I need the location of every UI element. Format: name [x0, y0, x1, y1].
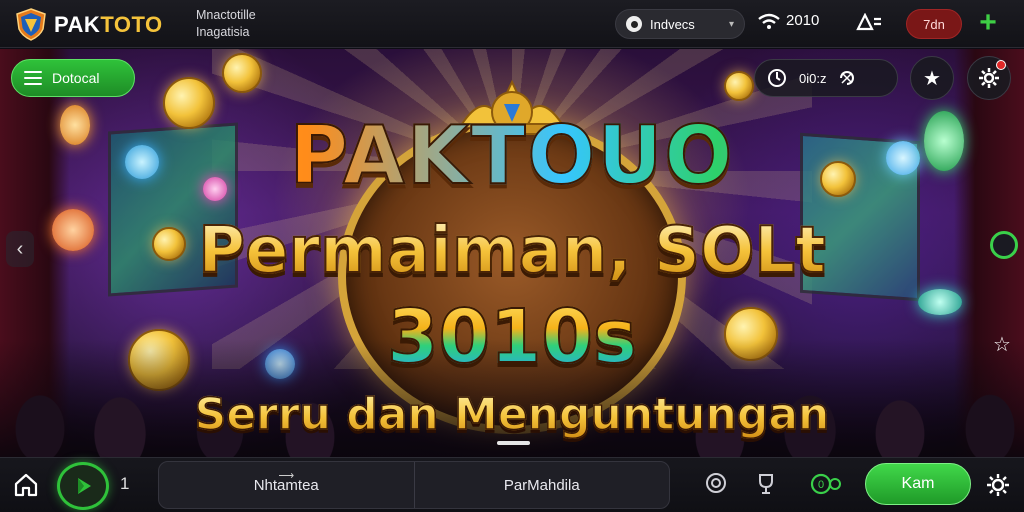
hero-title-brand: PAKTOUO	[0, 108, 1024, 203]
hamburger-icon	[24, 71, 42, 85]
favorites-button[interactable]: ★	[910, 56, 954, 100]
coin-badge-button[interactable]: 0	[808, 472, 844, 498]
gear-icon	[979, 68, 999, 88]
menu-label: Dotocal	[52, 70, 100, 86]
logo-text-accent: TOTO	[100, 12, 163, 37]
primary-cta-button[interactable]: Kam	[865, 463, 971, 505]
svg-text:0: 0	[818, 479, 824, 491]
filter-button[interactable]	[856, 12, 882, 35]
gold-coin	[724, 71, 754, 101]
balance-label: 7dn	[923, 16, 945, 32]
wifi-signal-icon	[758, 13, 780, 29]
tagline-line-1: Mnactotille	[196, 8, 256, 22]
coin-badge-icon: 0	[810, 473, 841, 495]
star-outline-icon[interactable]: ☆	[990, 333, 1014, 357]
bottom-navigation-bar: 1 ⟶ Nhtamtea ParMahdila 0 Kam	[0, 457, 1024, 512]
trend-arrow-icon: ⟶	[278, 470, 295, 482]
brand-logo-text[interactable]: PAKTOTO	[54, 12, 163, 38]
segment-control: ⟶ Nhtamtea ParMahdila	[158, 461, 670, 509]
play-icon	[78, 478, 91, 494]
page-number: 1	[120, 474, 130, 493]
play-button[interactable]	[57, 462, 109, 510]
star-icon: ★	[923, 67, 941, 90]
notification-dot	[996, 60, 1006, 70]
hero-tagline: Serru dan Menguntungan	[0, 388, 1024, 441]
home-icon[interactable]	[12, 471, 40, 499]
menu-button[interactable]: Dotocal	[11, 59, 135, 97]
segment-left[interactable]: ⟶ Nhtamtea	[159, 462, 414, 508]
top-navigation-bar: PAKTOTO Mnactotille Inagatisia Indvecs ▾…	[0, 0, 1024, 48]
status-ring-icon[interactable]	[990, 231, 1018, 259]
globe-icon	[626, 16, 642, 32]
chip-button[interactable]	[703, 472, 729, 498]
signal-value: 2010	[786, 12, 820, 29]
carousel-indicator[interactable]	[497, 441, 530, 445]
carousel-prev-button[interactable]: ‹	[6, 231, 34, 267]
add-button[interactable]: +	[974, 8, 1002, 38]
clock-icon	[768, 69, 786, 87]
language-selector[interactable]: Indvecs ▾	[615, 9, 745, 39]
hero-banner[interactable]: PAKTOUO Permaiman, SOLt 3010s Serru dan …	[0, 49, 1024, 457]
segment-right-label: ParMahdila	[503, 476, 580, 494]
trophy-icon	[759, 474, 773, 494]
timer-value: 0i0:z	[799, 70, 827, 86]
chip-icon	[706, 473, 726, 493]
hero-title-number: 3010s	[0, 293, 1024, 381]
tagline-line-2: Inagatisia	[196, 25, 250, 39]
header-tagline: Mnactotille Inagatisia	[196, 7, 256, 41]
balance-pill[interactable]: 7dn	[906, 9, 962, 39]
cta-label: Kam	[901, 475, 935, 492]
logo-text-main: PAK	[54, 12, 101, 37]
timer-pill[interactable]: 0i0:z	[754, 59, 898, 97]
refresh-icon	[840, 71, 855, 85]
triangle-menu-icon	[856, 12, 881, 31]
segment-right[interactable]: ParMahdila	[413, 462, 670, 508]
signal-indicator: 2010	[758, 12, 819, 29]
chevron-down-icon: ▾	[728, 18, 734, 30]
gold-coin	[222, 53, 262, 93]
trophy-button[interactable]	[753, 472, 779, 498]
hero-title-subtitle: Permaiman, SOLt	[0, 213, 1024, 289]
gear-icon[interactable]	[985, 472, 1011, 498]
language-label: Indvecs	[650, 16, 695, 32]
chevron-left-icon: ‹	[16, 237, 24, 260]
shield-logo-icon[interactable]	[14, 7, 48, 41]
settings-button[interactable]	[967, 56, 1011, 100]
